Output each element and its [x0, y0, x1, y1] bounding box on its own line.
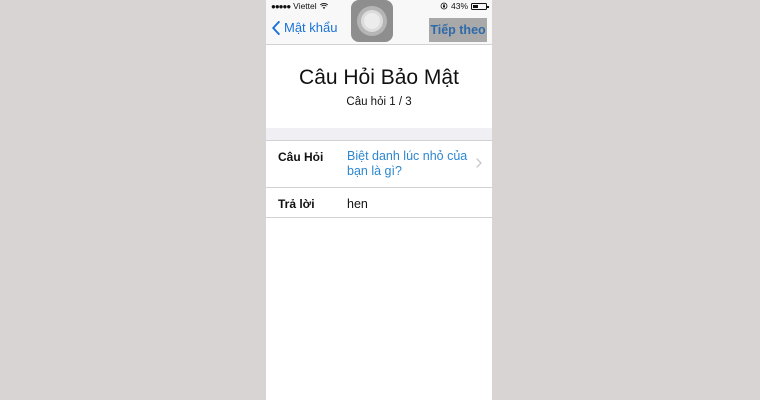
page-subtitle: Câu hỏi 1 / 3 — [346, 96, 412, 108]
section-separator — [266, 128, 492, 141]
chevron-right-icon — [476, 158, 482, 168]
phone-screen: ●●●●● Viettel 11:02 43% — [266, 0, 492, 400]
chevron-left-icon — [272, 20, 280, 35]
answer-label: Trả lời — [278, 197, 315, 211]
assistive-touch-button[interactable] — [351, 0, 393, 42]
empty-content-area — [266, 218, 492, 400]
back-button[interactable]: Mật khẩu — [272, 20, 337, 35]
battery-icon — [471, 2, 489, 10]
answer-row: Trả lời hen — [266, 188, 492, 218]
header-section: Câu Hỏi Bảo Mật Câu hỏi 1 / 3 — [266, 45, 492, 140]
battery-percent: 43% — [450, 1, 468, 11]
question-value: Biệt danh lúc nhỏ của bạn là gì? — [347, 149, 468, 178]
page-title: Câu Hỏi Bảo Mật — [299, 66, 459, 89]
assistive-touch-ring-inner — [364, 13, 380, 29]
rotation-lock-icon — [440, 2, 448, 10]
question-label: Câu Hỏi — [278, 150, 324, 164]
next-button[interactable]: Tiếp theo — [429, 18, 487, 42]
answer-field[interactable]: hen — [347, 197, 368, 211]
battery-fill — [473, 4, 478, 8]
question-row[interactable]: Câu Hỏi Biệt danh lúc nhỏ của bạn là gì? — [266, 141, 492, 188]
back-button-label: Mật khẩu — [284, 20, 338, 35]
status-right: 43% — [440, 1, 489, 11]
